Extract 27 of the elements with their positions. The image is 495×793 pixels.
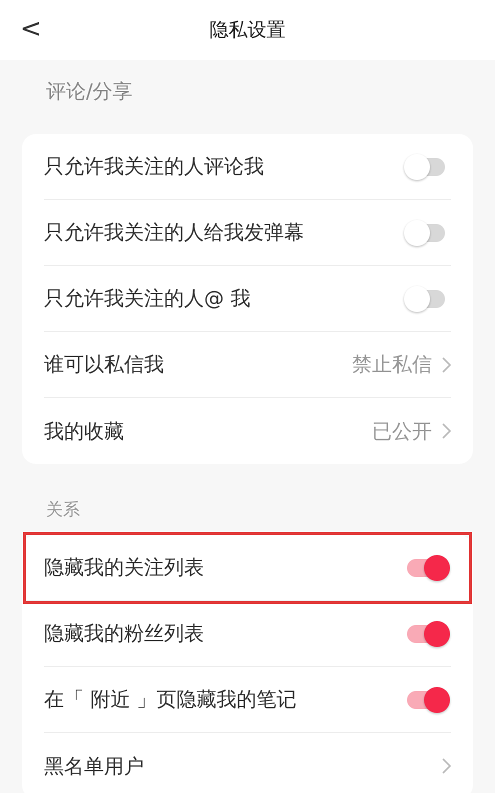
- setting-label: 在「 附近 」页隐藏我的笔记: [44, 686, 297, 713]
- back-button[interactable]: <: [14, 14, 48, 44]
- setting-row[interactable]: 谁可以私信我 禁止私信: [44, 332, 451, 398]
- setting-label: 隐藏我的关注列表: [44, 554, 204, 581]
- setting-value: 已公开: [372, 418, 432, 444]
- setting-value: 禁止私信: [352, 351, 432, 378]
- setting-label: 只允许我关注的人评论我: [44, 153, 264, 180]
- setting-row[interactable]: 在「 附近 」页隐藏我的笔记: [44, 667, 451, 733]
- page-title: 隐私设置: [210, 18, 286, 43]
- description-text: 评论/分享: [45, 78, 134, 105]
- setting-label: 谁可以私信我: [44, 351, 164, 378]
- chevron-right-icon: [442, 356, 451, 372]
- setting-row[interactable]: 只允许我关注的人评论我: [44, 134, 451, 200]
- setting-row[interactable]: 隐藏我的粉丝列表: [44, 601, 451, 667]
- chevron-right-icon: [442, 758, 451, 774]
- chevron-right-icon: [442, 423, 451, 439]
- setting-label: 隐藏我的粉丝列表: [44, 620, 204, 647]
- section-title: 关系: [45, 499, 81, 522]
- setting-label: 我的收藏: [44, 418, 124, 444]
- setting-row[interactable]: 黑名单用户: [44, 733, 451, 793]
- setting-row[interactable]: 我的收藏 已公开: [44, 398, 451, 464]
- setting-row[interactable]: 只允许我关注的人给我发弹幕: [44, 200, 451, 266]
- setting-label: 只允许我关注的人@ 我: [44, 285, 250, 312]
- setting-label: 黑名单用户: [44, 752, 144, 780]
- setting-row[interactable]: 只允许我关注的人@ 我: [44, 266, 451, 332]
- setting-label: 只允许我关注的人给我发弹幕: [44, 219, 304, 246]
- setting-row[interactable]: 隐藏我的关注列表: [26, 535, 469, 601]
